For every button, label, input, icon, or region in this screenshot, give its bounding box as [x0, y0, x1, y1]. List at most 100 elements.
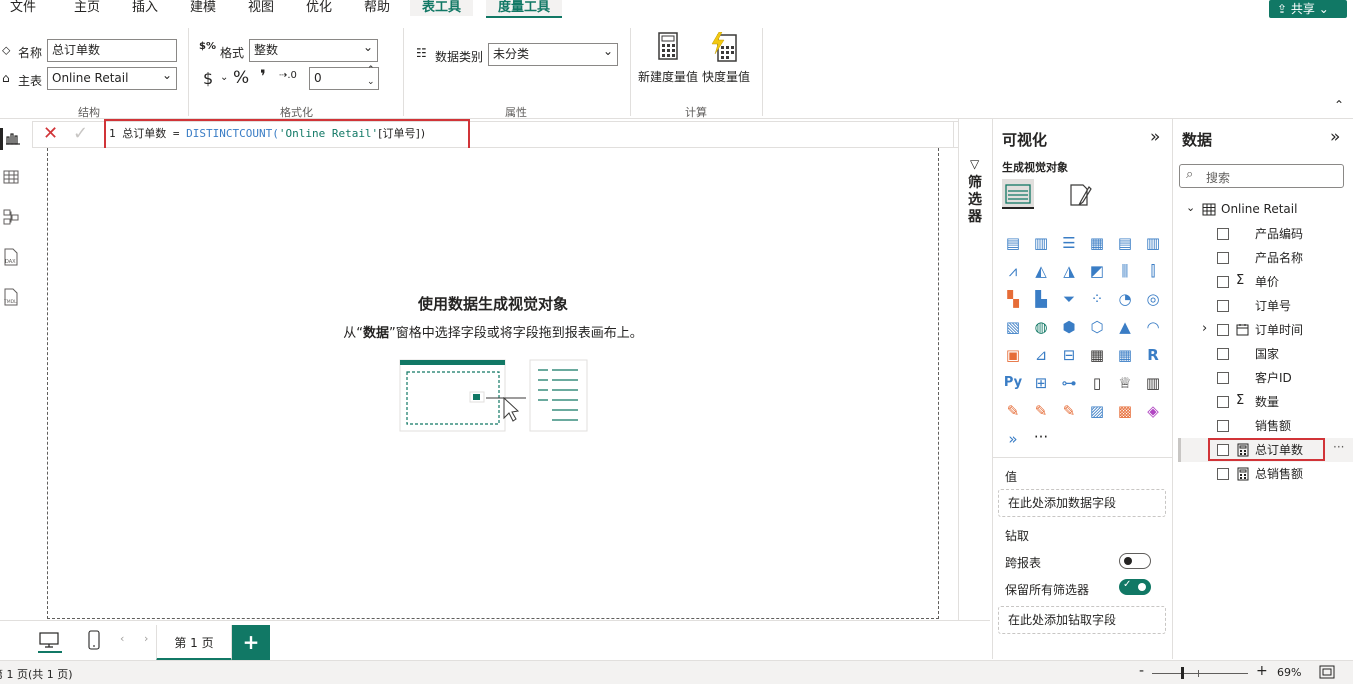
gauge-icon[interactable]: ◠ [1143, 318, 1163, 336]
collapse-data-pane-icon[interactable]: » [1330, 127, 1340, 147]
power-automate-flow-icon[interactable]: » [1003, 430, 1023, 448]
line-chart-icon[interactable]: ⩘ [1003, 262, 1023, 280]
key-influencers-icon[interactable]: ⊞ [1031, 374, 1051, 392]
more-options-button[interactable]: ··· [1333, 440, 1344, 454]
r-visual-icon[interactable]: R [1143, 346, 1163, 364]
scatter-chart-icon[interactable]: ⁘ [1087, 290, 1107, 308]
zoom-out-button[interactable]: - [1139, 663, 1144, 679]
field-checkbox[interactable] [1217, 252, 1229, 264]
menu-insert[interactable]: 插入 [132, 0, 158, 16]
100-stacked-column-chart-icon[interactable]: ▥ [1143, 234, 1163, 252]
power-apps-icon[interactable]: ✎ [1059, 402, 1079, 420]
tmdl-view-icon[interactable]: TMDL [0, 287, 22, 309]
field-checkbox[interactable] [1217, 420, 1229, 432]
field-checkbox[interactable] [1217, 324, 1229, 336]
drill-drop-zone[interactable]: 在此处添加钻取字段 [998, 606, 1166, 634]
field-checkbox[interactable] [1217, 348, 1229, 360]
ribbon-chart-icon[interactable]: ▚ [1003, 290, 1023, 308]
field-checkbox[interactable] [1217, 300, 1229, 312]
smart-narrative-icon[interactable]: ✎ [1003, 402, 1023, 420]
collapse-ribbon-icon[interactable]: ⌃ [1334, 98, 1344, 112]
field-item[interactable]: 国家 [1255, 344, 1279, 364]
stacked-column-chart-icon[interactable]: ▥ [1031, 234, 1051, 252]
field-item[interactable]: 客户ID [1255, 368, 1292, 388]
menu-optimize[interactable]: 优化 [306, 0, 332, 16]
stepper-up-icon[interactable]: ⌃ [367, 65, 375, 75]
table-name[interactable]: Online Retail [1221, 202, 1297, 216]
field-item[interactable]: 订单时间 [1255, 320, 1303, 340]
mobile-layout-button[interactable] [87, 630, 101, 652]
report-canvas[interactable]: 使用数据生成视觉对象 从“数据”窗格中选择字段或将字段拖到报表画布上。 [47, 148, 939, 619]
currency-button[interactable]: $ [203, 69, 213, 88]
map-icon[interactable]: ◍ [1031, 318, 1051, 336]
field-checkbox[interactable] [1217, 276, 1229, 288]
table-icon[interactable]: ▦ [1087, 346, 1107, 364]
name-input[interactable]: 总订单数 [47, 39, 177, 62]
pie-chart-icon[interactable]: ◔ [1115, 290, 1135, 308]
cross-report-toggle[interactable] [1119, 553, 1151, 569]
more-visuals-button[interactable]: ··· [1031, 428, 1051, 446]
format-select[interactable]: 整数 [249, 37, 378, 62]
zoom-in-button[interactable]: + [1256, 663, 1268, 679]
power-automate-icon[interactable]: ◈ [1143, 402, 1163, 420]
page-tab-1[interactable]: 第 1 页 [156, 625, 232, 661]
python-visual-icon[interactable]: Py [1001, 374, 1025, 392]
kpi-icon[interactable]: ⊿ [1031, 346, 1051, 364]
menu-table-tools[interactable]: 表工具 [410, 0, 474, 16]
desktop-layout-button[interactable] [38, 631, 62, 653]
trophy-icon[interactable]: ♕ [1115, 374, 1135, 392]
100-stacked-area-chart-icon[interactable]: ◩ [1087, 262, 1107, 280]
metrics-icon[interactable]: ✎ [1031, 402, 1051, 420]
matrix-icon[interactable]: ▦ [1115, 346, 1135, 364]
clustered-bar-chart-icon[interactable]: ☰ [1059, 234, 1079, 252]
menu-home[interactable]: 主页 [74, 0, 100, 16]
scroll-right-icon[interactable]: › [144, 632, 148, 645]
chevron-right-icon[interactable]: › [1202, 321, 1207, 336]
expand-table-icon[interactable]: ⌄ [1186, 201, 1195, 214]
collapse-viz-pane-icon[interactable]: » [1150, 127, 1160, 147]
comma-button[interactable]: ❜ [260, 67, 266, 87]
scroll-left-icon[interactable]: ‹ [120, 632, 124, 645]
100-stacked-bar-chart-icon[interactable]: ▤ [1115, 234, 1135, 252]
treemap-icon[interactable]: ▧ [1003, 318, 1023, 336]
format-visual-tab[interactable] [1067, 181, 1097, 209]
keep-filters-toggle[interactable]: ✓ [1119, 579, 1151, 595]
field-item[interactable]: 总销售额 [1255, 464, 1303, 484]
field-item[interactable]: 总订单数 [1255, 440, 1303, 460]
add-page-button[interactable]: + [232, 625, 270, 661]
filters-pane-collapsed[interactable]: ▽ 筛选器 [958, 119, 991, 659]
paginated-report-icon[interactable]: ▥ [1143, 374, 1163, 392]
cancel-formula-button[interactable]: ✕ [43, 123, 58, 144]
field-item[interactable]: 单价 [1255, 272, 1279, 292]
commit-formula-button[interactable]: ✓ [73, 123, 88, 144]
azure-map-icon[interactable]: ▲ [1115, 318, 1135, 336]
field-item[interactable]: 销售额 [1255, 416, 1291, 436]
menu-file[interactable]: 文件 [10, 0, 36, 16]
menu-measure-tools[interactable]: 度量工具 [486, 0, 563, 18]
stacked-bar-chart-icon[interactable]: ▤ [1003, 234, 1023, 252]
arcgis-map-icon[interactable]: ▩ [1115, 402, 1135, 420]
table-view-icon[interactable] [0, 167, 22, 189]
waterfall-chart-icon[interactable]: ▙ [1031, 290, 1051, 308]
zoom-slider-thumb[interactable] [1181, 667, 1184, 679]
donut-chart-icon[interactable]: ◎ [1143, 290, 1163, 308]
field-checkbox[interactable] [1217, 372, 1229, 384]
decomposition-tree-icon[interactable]: ⊶ [1059, 374, 1079, 392]
qa-icon[interactable]: ▯ [1087, 374, 1107, 392]
quick-measure-button[interactable]: 快度量值 [702, 30, 754, 94]
stepper-down-icon[interactable]: ⌄ [367, 77, 375, 87]
menu-help[interactable]: 帮助 [364, 0, 390, 16]
share-button[interactable]: ⇪ 共享 ⌄ [1269, 0, 1347, 18]
model-view-icon[interactable] [0, 207, 22, 229]
build-visual-tab[interactable] [1002, 179, 1034, 209]
new-measure-button[interactable]: 新建度量值 [637, 30, 701, 94]
percent-button[interactable]: % [233, 68, 249, 88]
image-icon[interactable]: ▨ [1087, 402, 1107, 420]
field-item[interactable]: 产品名称 [1255, 248, 1303, 268]
card-icon[interactable]: ▣ [1003, 346, 1023, 364]
data-category-select[interactable]: 未分类 [488, 41, 618, 66]
field-checkbox[interactable] [1217, 468, 1229, 480]
shape-map-icon[interactable]: ⬡ [1087, 318, 1107, 336]
field-checkbox[interactable] [1217, 444, 1229, 456]
field-item[interactable]: 数量 [1255, 392, 1279, 412]
